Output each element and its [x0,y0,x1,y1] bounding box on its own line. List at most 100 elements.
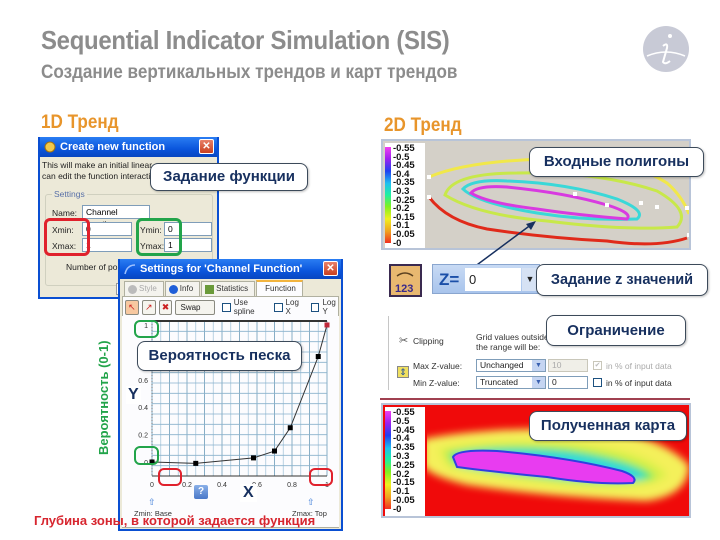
scissors-icon: ✂ [399,335,409,347]
z-value-combo[interactable]: Z= 0 ▼ [432,264,540,294]
select-point-tool[interactable]: ↖ [125,299,139,315]
function-icon [44,141,56,153]
x-tick-label: 0.4 [217,482,227,489]
min-percent-checkbox[interactable] [593,378,602,387]
tab-bar: Style Info Statistics Function [124,280,304,296]
clipping-desc-line1: Grid values outside [476,332,549,342]
max-percent-checkbox[interactable]: ✔ [593,361,602,370]
dialog-description: This will make an initial linear func ca… [42,160,152,182]
divider [380,398,690,400]
dialog-titlebar: Create new function ✕ [40,137,217,157]
tab-style[interactable]: Style [124,281,164,296]
z-label: Z= [439,270,460,289]
function-curve-icon [124,264,136,275]
heading-1d-trend: 1D Тренд [41,112,119,133]
data-point[interactable] [324,322,330,328]
color-ramp [385,147,391,243]
callout-function-definition: Задание функции [150,163,308,191]
y-tick-label: 0.6 [138,378,148,385]
tab-label: Statistics [216,284,249,293]
data-point[interactable] [287,425,293,431]
chevron-down-icon: ▼ [532,360,545,371]
clipping-desc-line2: the range will be: [476,342,541,352]
data-point[interactable] [272,448,277,454]
function-toolbar: ↖ ↗ ✖ Swap XY Use spline Log X Log Y [125,298,341,325]
add-point-tool[interactable]: ↗ [141,299,156,315]
svg-text:123: 123 [395,283,413,295]
ymax-tick-highlight [134,320,159,338]
select-value: Unchanged [480,360,524,370]
y-axis-letter: Y [126,386,141,404]
y-tick-label: 0.2 [138,433,148,440]
callout-clipping: Ограничение [546,315,686,346]
select-value: Truncated [480,377,518,387]
max-percent-label: in % of input data [606,361,672,371]
tab-label: Info [179,284,194,293]
slide-subtitle: Создание вертикальных трендов и карт тре… [41,62,458,83]
xmax-tick-highlight [309,468,333,486]
y-range-highlight [136,218,182,256]
legend-value: -0 [393,237,402,249]
polygon-123-icon[interactable]: 123 [389,264,422,297]
tab-label: Style [139,284,157,293]
delete-point-tool[interactable]: ✖ [158,299,173,315]
max-z-label: Max Z-value: [413,361,463,371]
use-spline-checkbox[interactable]: Use spline [222,298,267,316]
x-tick-label: 0.8 [287,482,297,489]
swap-xy-button[interactable]: Swap XY [175,299,216,325]
data-point[interactable] [315,354,321,360]
max-z-input[interactable]: 10 [548,359,588,372]
y-axis-caption: Вероятность (0-1) [96,340,111,455]
name-label: Name: [52,208,78,218]
close-button[interactable]: ✕ [199,139,214,154]
x-tick-label: 0 [150,482,154,489]
dialog-title: Create new function [60,141,166,153]
tab-info[interactable]: Info [164,281,201,296]
histogram-icon [205,285,215,294]
zmax-arrow-icon: ⇧ [307,497,315,507]
min-z-mode-select[interactable]: Truncated ▼ [476,376,546,389]
ymin-tick-highlight [134,446,159,465]
description-line: can edit the function interactively [42,171,152,181]
min-percent-label: in % of input data [606,378,672,388]
max-z-mode-select[interactable]: Unchanged ▼ [476,359,546,372]
xmin-tick-highlight [158,468,182,486]
checkbox-label: Log X [285,298,299,316]
logx-checkbox[interactable]: Log X [274,298,304,316]
callout-sand-probability: Вероятность песка [137,341,302,371]
tab-statistics[interactable]: Statistics [201,281,256,296]
tab-label: Function [265,284,296,293]
info-icon [168,285,178,294]
chevron-down-icon: ▼ [532,377,545,388]
function-settings-dialog: Settings for 'Channel Function' ✕ Style … [118,259,343,531]
data-point[interactable] [193,460,199,466]
zmin-arrow-icon: ⇧ [148,497,156,507]
legend-value: -0 [393,503,402,515]
min-z-label: Min Z-value: [413,378,460,388]
color-legend: -0.55 -0.5 -0.45 -0.4 -0.35 -0.3 -0.25 -0.2 -0.1… [385,143,425,248]
y-tick-label: 0.4 [138,405,148,412]
slide-title: Sequential Indicator Simulation (SIS) [41,25,450,55]
logy-checkbox[interactable]: Log Y [311,298,341,316]
x-axis-letter: X [240,484,257,502]
dialog-title: Settings for 'Channel Function' [140,263,303,275]
info-icon [643,26,689,72]
depth-caption: Глубина зоны, в которой задается функция [34,513,316,528]
color-legend: -0.55 -0.5 -0.45 -0.4 -0.35 -0.3 -0.25 -0.2 -0.1… [385,407,425,516]
name-input[interactable]: Channel function [82,205,150,229]
z-value-input[interactable]: 0 [465,268,521,291]
color-ramp [385,411,391,509]
brush-icon [128,285,137,294]
dialog-titlebar: Settings for 'Channel Function' ✕ [120,259,341,279]
help-icon[interactable]: ? [194,485,208,499]
callout-z-values: Задание z значений [536,264,708,296]
settings-label: Settings [52,189,87,199]
data-point[interactable] [251,455,256,461]
description-line: This will make an initial linear func [42,160,152,170]
close-button[interactable]: ✕ [323,261,338,276]
min-z-input[interactable]: 0 [548,376,588,389]
clipping-title: Clipping [413,336,444,346]
x-tick-label: 0.2 [182,482,192,489]
checkbox-label: Use spline [233,298,255,316]
tab-function[interactable]: Function [256,280,303,296]
